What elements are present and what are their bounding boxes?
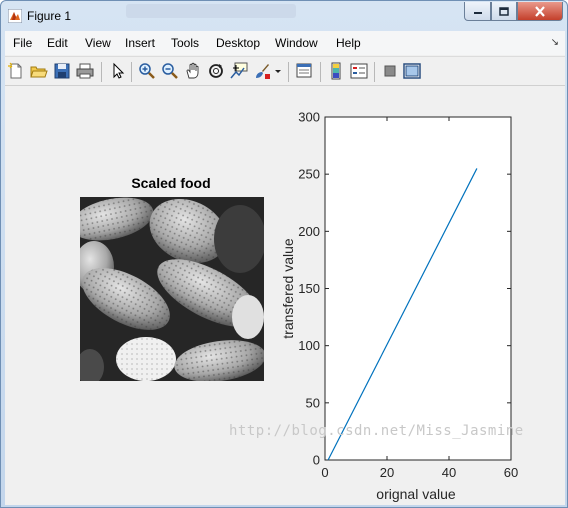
x-tick-label: 20: [380, 465, 394, 480]
colorbar-icon[interactable]: [327, 62, 345, 80]
save-icon[interactable]: [53, 62, 71, 80]
matlab-app-icon: [8, 9, 22, 23]
window-title: Figure 1: [27, 9, 72, 23]
maximize-icon: [499, 6, 509, 16]
figure-client-area: File Edit View Insert Tools Desktop Wind…: [5, 31, 565, 505]
menu-file[interactable]: File: [13, 36, 32, 50]
x-tick-label: 60: [504, 465, 518, 480]
y-tick-label: 100: [298, 338, 320, 353]
menu-edit[interactable]: Edit: [47, 36, 68, 50]
y-tick-label: 300: [298, 110, 320, 125]
close-button[interactable]: [517, 2, 563, 21]
menu-bar: File Edit View Insert Tools Desktop Wind…: [5, 31, 565, 55]
dock-arrow-icon[interactable]: ↘: [551, 37, 559, 48]
menu-view[interactable]: View: [85, 36, 111, 50]
y-axis-label: transfered value: [280, 238, 296, 339]
y-tick-label: 0: [313, 453, 320, 468]
new-figure-icon[interactable]: [7, 62, 25, 80]
plot-area: [324, 116, 512, 461]
x-tick-label: 40: [442, 465, 456, 480]
pan-icon[interactable]: [184, 62, 202, 80]
y-tick-label: 200: [298, 224, 320, 239]
y-tick-label: 50: [306, 395, 320, 410]
pointer-icon[interactable]: [109, 62, 127, 80]
menu-insert[interactable]: Insert: [125, 36, 155, 50]
legend-icon[interactable]: [350, 62, 368, 80]
menu-help[interactable]: Help: [336, 36, 361, 50]
figure-canvas: Scaled food 0 20 40 60 0 50 100 150 200 …: [5, 87, 565, 505]
close-icon: [535, 5, 545, 17]
maximize-button[interactable]: [491, 2, 517, 21]
data-cursor-icon[interactable]: [230, 62, 248, 80]
brush-icon[interactable]: [253, 62, 271, 80]
hide-plot-tools-icon[interactable]: [381, 62, 399, 80]
figure-toolbar: [5, 56, 565, 86]
x-axis-label: orignal value: [376, 486, 456, 502]
zoom-out-icon[interactable]: [161, 62, 179, 80]
x-tick-label: 0: [321, 465, 328, 480]
toolbar-separator: [131, 62, 132, 82]
toolbar-separator: [374, 62, 375, 82]
y-tick-label: 150: [298, 281, 320, 296]
link-plot-icon[interactable]: [295, 62, 313, 80]
watermark-text: http://blog.csdn.net/Miss_Jasmine: [229, 423, 524, 439]
menu-tools[interactable]: Tools: [171, 36, 199, 50]
toolbar-separator: [288, 62, 289, 82]
brush-dropdown-icon[interactable]: [273, 62, 283, 80]
print-icon[interactable]: [76, 62, 94, 80]
minimize-button[interactable]: [464, 2, 491, 21]
rotate-icon[interactable]: [207, 62, 225, 80]
figure-window: Figure 1 File Edit View Insert Tools Des…: [0, 0, 568, 508]
show-plot-tools-icon[interactable]: [403, 62, 421, 80]
toolbar-separator: [101, 62, 102, 82]
zoom-in-icon[interactable]: [138, 62, 156, 80]
title-bar[interactable]: Figure 1: [1, 1, 567, 31]
open-file-icon[interactable]: [30, 62, 48, 80]
toolbar-separator: [320, 62, 321, 82]
line-plot[interactable]: 0 20 40 60 0 50 100 150 200 250 300 orignal value tr…: [5, 87, 565, 505]
minimize-icon: [473, 12, 482, 14]
menu-desktop[interactable]: Desktop: [216, 36, 260, 50]
title-bar-blur: [126, 4, 296, 18]
y-tick-label: 250: [298, 167, 320, 182]
menu-window[interactable]: Window: [275, 36, 318, 50]
